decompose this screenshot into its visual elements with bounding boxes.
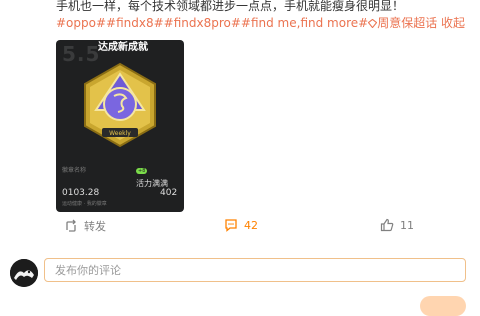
repost-label: 转发 [84,220,106,233]
comment-input[interactable] [44,258,466,282]
super-topic-icon [368,19,378,28]
image-bottom-label: 运动健康 · 我的徽章 [62,201,107,207]
super-topic-link[interactable]: 周意保超话 [377,16,437,30]
like-count: 11 [400,218,414,232]
hashtag-links[interactable]: #oppo##findx8##findx8pro##find me,find m… [56,16,368,30]
image-small-label: 徽章名称 [62,167,87,174]
post-image[interactable]: 5.5 达成新成就 Weekly 徽章名称 活力满满 0103.28 运动健康 … [56,40,184,212]
image-plus-badge: +8 [136,168,148,174]
avatar[interactable] [10,259,38,287]
post-text: 手机也一样，每个技术领域都进步一点点，手机就能瘦身很明显！ #oppo##fin… [56,0,476,32]
image-right-number: 402 [160,188,178,198]
like-button[interactable]: 11 [380,218,414,232]
post-text-line2: #oppo##findx8##findx8pro##find me,find m… [56,15,476,32]
comment-composer [0,256,480,290]
action-bar: 转发 42 11 [56,218,480,238]
repost-icon [66,219,76,232]
thumbs-up-icon [380,218,394,232]
repost-button[interactable]: 转发 [64,218,106,234]
avatar-image-icon [10,259,38,287]
collapse-link[interactable]: 收起 [441,16,465,30]
image-time: 0103.28 [62,188,100,198]
comment-icon [225,219,237,232]
post-text-line1: 手机也一样，每个技术领域都进步一点点，手机就能瘦身很明显！ [56,0,405,13]
svg-text:Weekly: Weekly [109,130,131,137]
comment-count: 42 [244,218,258,232]
comment-button[interactable]: 42 [224,218,258,232]
send-comment-button[interactable] [420,296,466,316]
